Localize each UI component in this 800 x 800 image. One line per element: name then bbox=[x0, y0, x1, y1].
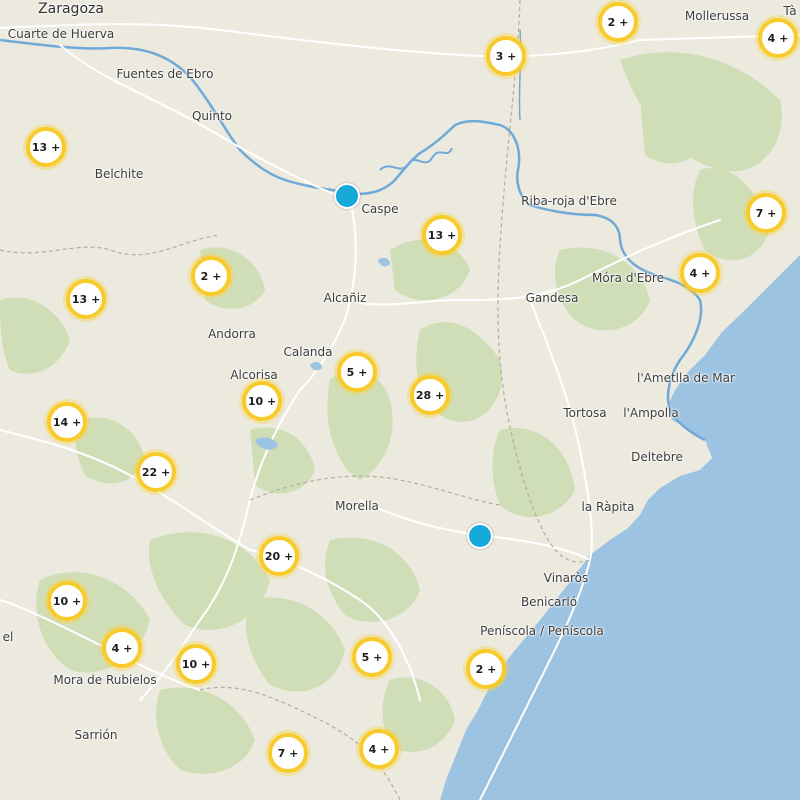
cluster-marker[interactable]: 4 + bbox=[758, 18, 798, 58]
place-label-alcorisa: Alcorisa bbox=[230, 368, 278, 382]
place-label-gandesa: Gandesa bbox=[525, 291, 579, 305]
place-label-belchite: Belchite bbox=[94, 167, 144, 181]
place-label-quinto: Quinto bbox=[191, 109, 233, 123]
cluster-marker[interactable]: 13 + bbox=[422, 215, 462, 255]
location-marker-east[interactable] bbox=[467, 523, 493, 549]
place-label-morella: Morella bbox=[335, 499, 379, 513]
place-label-mora-debre: Móra d'Ebre bbox=[592, 271, 664, 285]
place-label-cuarte-de-huerva: Cuarte de Huerva bbox=[7, 27, 115, 41]
cluster-marker[interactable]: 3 + bbox=[486, 36, 526, 76]
place-label-caspe: Caspe bbox=[361, 202, 399, 216]
place-label-alcaniz: Alcañiz bbox=[323, 291, 367, 305]
cluster-marker[interactable]: 5 + bbox=[352, 637, 392, 677]
place-label-tortosa: Tortosa bbox=[563, 406, 607, 420]
place-label-fuentes-de-ebro: Fuentes de Ebro bbox=[116, 67, 214, 81]
place-label-mollerussa: Mollerussa bbox=[684, 9, 750, 23]
place-label-riba-roja-debre: Riba-roja d'Ebre bbox=[521, 194, 617, 208]
place-label-peniscola: Peníscola / Peñíscola bbox=[480, 624, 604, 638]
cluster-marker[interactable]: 4 + bbox=[359, 729, 399, 769]
place-label-lametlla-de-mar: l'Ametlla de Mar bbox=[637, 371, 735, 385]
cluster-marker[interactable]: 13 + bbox=[66, 279, 106, 319]
cluster-marker[interactable]: 2 + bbox=[191, 256, 231, 296]
cluster-marker[interactable]: 22 + bbox=[136, 452, 176, 492]
place-label-sarrion: Sarrión bbox=[74, 728, 118, 742]
cluster-marker[interactable]: 28 + bbox=[410, 375, 450, 415]
cluster-marker[interactable]: 2 + bbox=[466, 649, 506, 689]
cluster-marker[interactable]: 5 + bbox=[337, 352, 377, 392]
cluster-marker[interactable]: 4 + bbox=[102, 628, 142, 668]
place-label-andorra: Andorra bbox=[208, 327, 256, 341]
map-view[interactable]: Zaragoza Cuarte de Huerva Fuentes de Ebr… bbox=[0, 0, 800, 800]
place-label-vinaros: Vinaròs bbox=[543, 571, 589, 585]
cluster-marker[interactable]: 20 + bbox=[259, 536, 299, 576]
place-label-benicarlo: Benicarló bbox=[520, 595, 578, 609]
cluster-marker[interactable]: 10 + bbox=[47, 581, 87, 621]
cluster-marker[interactable]: 10 + bbox=[242, 381, 282, 421]
place-label-la-rapita: la Ràpita bbox=[581, 500, 635, 514]
cluster-marker[interactable]: 2 + bbox=[598, 2, 638, 42]
place-label-partial: el bbox=[2, 630, 14, 644]
cluster-marker[interactable]: 14 + bbox=[47, 402, 87, 442]
place-label-ta: Tà bbox=[783, 4, 797, 18]
place-label-mora-de-rubielos: Mora de Rubielos bbox=[53, 673, 157, 687]
cluster-marker[interactable]: 4 + bbox=[680, 253, 720, 293]
cluster-marker[interactable]: 7 + bbox=[746, 193, 786, 233]
cluster-marker[interactable]: 13 + bbox=[26, 127, 66, 167]
location-marker-caspe[interactable] bbox=[334, 183, 360, 209]
cluster-marker[interactable]: 10 + bbox=[176, 644, 216, 684]
place-label-calanda: Calanda bbox=[283, 345, 333, 359]
place-label-deltebre: Deltebre bbox=[631, 450, 683, 464]
place-label-lampolla: l'Ampolla bbox=[623, 406, 679, 420]
cluster-marker[interactable]: 7 + bbox=[268, 733, 308, 773]
place-label-zaragoza: Zaragoza bbox=[38, 1, 104, 17]
